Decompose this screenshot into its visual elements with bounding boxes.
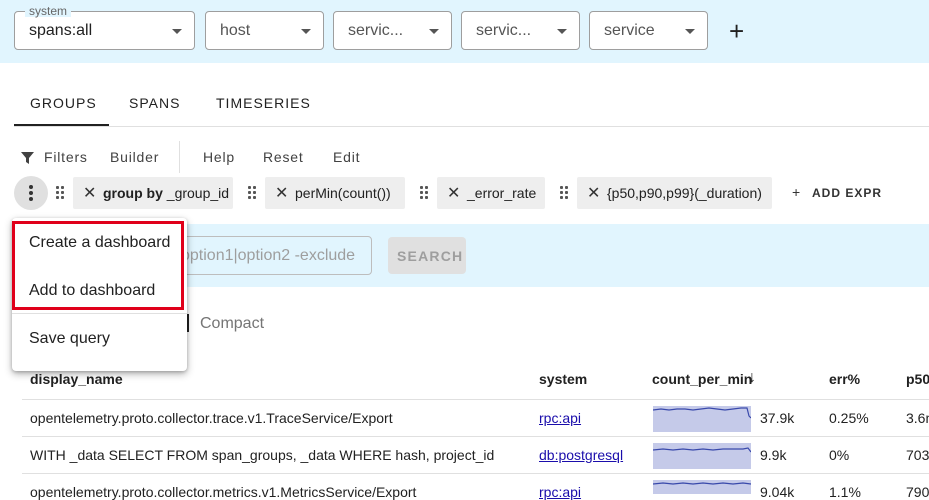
cell-count: 9.04k	[760, 484, 795, 500]
cell-system-link[interactable]: rpc:api	[539, 410, 581, 426]
sparkline-chart	[653, 406, 751, 432]
cell-err: 1.1%	[829, 484, 861, 500]
expr-chip-per-min[interactable]: ✕ perMin(count())	[265, 177, 405, 209]
reset-button[interactable]: Reset	[263, 149, 304, 165]
close-icon[interactable]: ✕	[83, 183, 96, 203]
drag-handle-icon[interactable]	[420, 186, 430, 200]
cell-err: 0%	[829, 447, 850, 463]
tab-timeseries[interactable]: TIMESERIES	[216, 95, 311, 111]
cell-p50: 790	[906, 484, 929, 500]
host-select[interactable]: host	[205, 11, 324, 50]
search-input-placeholder: option1|option2 -exclude	[181, 247, 356, 264]
drag-handle-icon[interactable]	[248, 186, 258, 200]
service-select-3[interactable]: service	[589, 11, 708, 50]
tab-spans[interactable]: SPANS	[129, 95, 180, 111]
cell-system-link[interactable]: rpc:api	[539, 484, 581, 500]
drag-handle-icon[interactable]	[56, 186, 66, 200]
help-button[interactable]: Help	[203, 149, 235, 165]
cell-p50: 703	[906, 447, 929, 463]
toolbar-divider	[179, 141, 180, 173]
cell-display-name[interactable]: opentelemetry.proto.collector.metrics.v1…	[30, 484, 416, 500]
cell-count: 9.9k	[760, 447, 787, 463]
expr-chip-group-by[interactable]: ✕ group by _group_id	[73, 177, 233, 209]
compact-label[interactable]: Compact	[200, 315, 264, 333]
highlight-box	[12, 221, 184, 310]
more-vert-icon-dot	[29, 197, 33, 201]
host-select-value: host	[220, 22, 251, 39]
tab-groups[interactable]: GROUPS	[30, 95, 97, 111]
close-icon[interactable]: ✕	[275, 183, 288, 203]
expr-chip-label: _error_rate	[467, 185, 537, 201]
expr-chip-label: perMin(count())	[295, 185, 391, 201]
row-divider	[22, 473, 929, 474]
system-select-value: spans:all	[29, 22, 93, 39]
tabs-divider	[14, 126, 929, 127]
chevron-down-icon	[557, 29, 567, 34]
chip-prefix: group by	[103, 185, 163, 201]
col-header-display-name[interactable]: display_name	[30, 371, 123, 387]
service-select-1[interactable]: servic...	[333, 11, 452, 50]
expr-chip-label: {p50,p90,p99}(_duration)	[607, 185, 762, 201]
expr-chip-label: group by _group_id	[103, 185, 229, 201]
more-vert-icon-dot	[29, 191, 33, 195]
service-select-2[interactable]: servic...	[461, 11, 580, 50]
chip-text: _group_id	[162, 185, 230, 201]
edit-button[interactable]: Edit	[333, 149, 360, 165]
search-input[interactable]: option1|option2 -exclude	[160, 236, 372, 275]
col-header-err[interactable]: err%	[829, 371, 860, 387]
builder-button[interactable]: Builder	[110, 149, 159, 165]
cell-display-name[interactable]: WITH _data SELECT FROM span_groups, _dat…	[30, 447, 494, 463]
filter-icon[interactable]	[21, 151, 34, 169]
menu-item-save-query[interactable]: Save query	[29, 330, 110, 348]
chevron-down-icon	[685, 29, 695, 34]
col-header-count-per-min[interactable]: count_per_min	[652, 371, 752, 387]
search-button-label: SEARCH	[397, 248, 464, 264]
cell-count: 37.9k	[760, 410, 795, 426]
search-button[interactable]: SEARCH	[388, 237, 466, 274]
service-select-1-value: servic...	[348, 22, 404, 39]
more-vert-icon	[29, 185, 33, 189]
row-divider	[22, 436, 929, 437]
cell-system-link[interactable]: db:postgresql	[539, 447, 623, 463]
sparkline-chart	[653, 443, 751, 469]
chevron-down-icon	[301, 29, 311, 34]
chevron-down-icon	[172, 29, 182, 34]
filters-button[interactable]: Filters	[44, 149, 88, 165]
service-select-3-value: service	[604, 22, 655, 39]
sparkline-chart	[653, 480, 751, 494]
system-select-legend: system	[25, 5, 72, 17]
cell-display-name[interactable]: opentelemetry.proto.collector.trace.v1.T…	[30, 410, 393, 426]
menu-divider	[12, 313, 187, 314]
service-select-2-value: servic...	[476, 22, 532, 39]
drag-handle-icon[interactable]	[560, 186, 570, 200]
header-divider	[22, 399, 929, 400]
col-header-system[interactable]: system	[539, 371, 587, 387]
more-options-button[interactable]	[14, 176, 48, 210]
plus-icon[interactable]: +	[792, 184, 800, 200]
chevron-down-icon	[429, 29, 439, 34]
close-icon[interactable]: ✕	[587, 183, 600, 203]
close-icon[interactable]: ✕	[447, 183, 460, 203]
cell-err: 0.25%	[829, 410, 869, 426]
system-select[interactable]: system spans:all	[14, 5, 195, 50]
sort-arrow-icon[interactable]: ↓	[748, 369, 756, 387]
col-header-p50[interactable]: p50	[906, 371, 929, 387]
add-filter-button[interactable]: +	[729, 18, 744, 44]
cell-p50: 3.6m	[906, 410, 929, 426]
expr-chip-duration[interactable]: ✕ {p50,p90,p99}(_duration)	[577, 177, 772, 209]
expr-chip-error-rate[interactable]: ✕ _error_rate	[437, 177, 545, 209]
add-expr-button[interactable]: ADD EXPR	[812, 186, 882, 200]
